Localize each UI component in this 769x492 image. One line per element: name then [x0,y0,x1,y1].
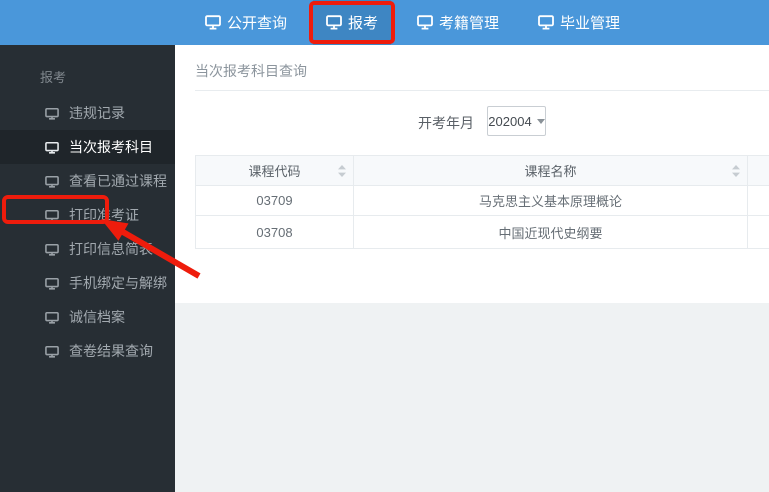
column-header-course-name[interactable]: 课程名称 [353,155,748,186]
column-header-label: 课程名称 [524,164,577,179]
exam-month-select[interactable]: 202004 [487,106,546,136]
monitor-icon [45,209,59,222]
sort-icon[interactable] [338,164,346,177]
nav-item-exam-record-mgmt[interactable]: 考籍管理 [404,0,512,45]
sidebar-item-label: 违规记录 [69,105,125,121]
course-code-cell: 03708 [195,215,354,249]
sidebar-item-label: 查看已通过课程 [69,173,167,189]
sidebar-item-label: 查卷结果查询 [69,343,153,359]
title-divider [195,90,769,91]
sidebar-item-phone-binding[interactable]: 手机绑定与解绑 [0,266,175,300]
column-header-cutoff [747,155,769,186]
course-code-cell: 03709 [195,185,354,216]
column-header-label: 课程代码 [248,164,301,179]
nav-item-label: 公开查询 [227,15,288,32]
page-title: 当次报考科目查询 [195,63,307,79]
monitor-icon [45,345,59,358]
exam-month-value: 202004 [488,113,532,129]
monitor-icon [45,175,59,188]
sort-icon[interactable] [732,164,740,177]
exam-month-label: 开考年月 [418,115,474,131]
course-name-cell: 中国近现代史纲要 [353,215,748,249]
sidebar-item-label: 当次报考科目 [69,139,153,155]
monitor-icon [205,15,221,30]
app-window: 公开查询 报考 考籍管理 毕业管理 报考 违规记录 当次报考科目 查看已通过课程… [0,0,769,492]
nav-item-label: 考籍管理 [439,15,500,32]
table-row[interactable]: 03708 中国近现代史纲要 [195,215,769,249]
content-background-area [175,303,769,492]
sidebar: 报考 违规记录 当次报考科目 查看已通过课程 打印准考证 打印信息简表 手机绑定… [0,45,175,492]
column-header-course-code[interactable]: 课程代码 [195,155,354,186]
sidebar-section-title: 报考 [40,70,67,85]
sidebar-item-current-subjects[interactable]: 当次报考科目 [0,130,175,164]
top-navbar: 公开查询 报考 考籍管理 毕业管理 [0,0,769,45]
monitor-icon [45,141,59,154]
sidebar-item-label: 诚信档案 [69,309,125,325]
cutoff-cell [747,215,769,249]
nav-item-label: 毕业管理 [560,15,621,32]
sidebar-item-integrity-file[interactable]: 诚信档案 [0,300,175,334]
monitor-icon [538,15,554,30]
sidebar-item-label: 打印信息简表 [69,241,153,257]
nav-item-baokao[interactable]: 报考 [309,0,396,45]
monitor-icon [417,15,433,30]
caret-down-icon [536,118,545,124]
sidebar-item-passed-courses[interactable]: 查看已通过课程 [0,164,175,198]
sidebar-item-label: 打印准考证 [69,207,139,223]
filter-row: 开考年月 202004 [175,106,769,136]
course-name-cell: 马克思主义基本原理概论 [353,185,748,216]
nav-item-graduation-mgmt[interactable]: 毕业管理 [525,0,633,45]
monitor-icon [45,243,59,256]
cutoff-cell [747,185,769,216]
course-table: 课程代码 课程名称 03709 马克思主义基本原理概论 03708 中国近现代史… [195,155,769,249]
monitor-icon [45,107,59,120]
nav-item-label: 报考 [348,15,379,32]
monitor-icon [45,277,59,290]
table-row[interactable]: 03709 马克思主义基本原理概论 [195,185,769,216]
main-content: 当次报考科目查询 开考年月 202004 课程代码 课程名称 03709 马克思… [175,45,769,492]
monitor-icon [45,311,59,324]
sidebar-item-paper-check-results[interactable]: 查卷结果查询 [0,334,175,368]
sidebar-item-label: 手机绑定与解绑 [69,275,167,291]
sidebar-item-violation-records[interactable]: 违规记录 [0,96,175,130]
sidebar-item-print-info-sheet[interactable]: 打印信息简表 [0,232,175,266]
sidebar-item-print-admission-ticket[interactable]: 打印准考证 [0,198,175,232]
table-header-row: 课程代码 课程名称 [195,155,769,186]
nav-item-public-query[interactable]: 公开查询 [192,0,300,45]
monitor-icon [326,15,342,30]
sidebar-menu: 违规记录 当次报考科目 查看已通过课程 打印准考证 打印信息简表 手机绑定与解绑 [0,96,175,368]
